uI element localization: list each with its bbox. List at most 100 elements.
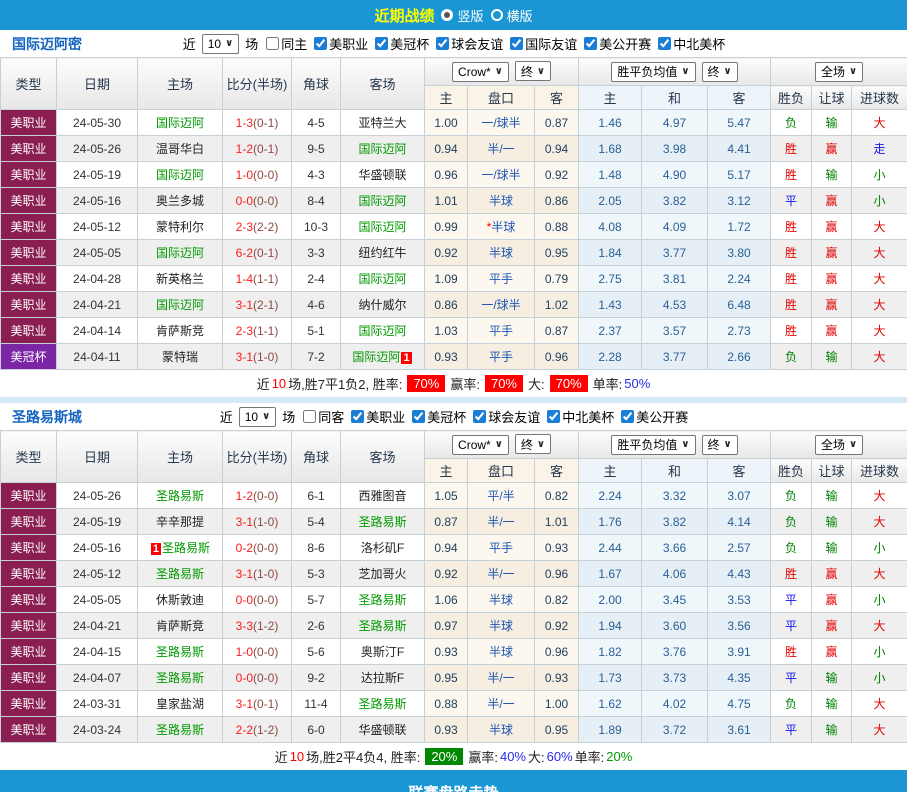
home-col-header: 主场 bbox=[138, 58, 223, 110]
opponent-team-name[interactable]: 蒙特瑞 bbox=[162, 350, 198, 364]
league-checkbox[interactable] bbox=[351, 410, 364, 423]
corners-cell: 6-1 bbox=[292, 483, 341, 509]
radio-unselected-icon[interactable] bbox=[491, 9, 503, 21]
opponent-team-name[interactable]: 蒙特利尔 bbox=[156, 220, 204, 234]
half-time-score: (0-0) bbox=[253, 541, 278, 555]
subject-team-name[interactable]: 国际迈阿 bbox=[352, 350, 400, 364]
opponent-team-name[interactable]: 华盛顿联 bbox=[358, 168, 406, 182]
team-name[interactable]: 国际迈阿密 bbox=[12, 34, 82, 54]
filter-league-1[interactable]: 美冠杯 bbox=[407, 407, 466, 426]
subject-team-name[interactable]: 圣路易斯 bbox=[156, 645, 204, 659]
opponent-team-name[interactable]: 纽约红牛 bbox=[358, 246, 406, 260]
subject-team-name[interactable]: 国际迈阿 bbox=[156, 298, 204, 312]
odds-company-select[interactable]: Crow*∨ bbox=[452, 62, 509, 82]
league-checkbox[interactable] bbox=[584, 37, 597, 50]
avg-away: 6.48 bbox=[708, 292, 771, 318]
radio-selected-icon[interactable] bbox=[441, 9, 453, 21]
home-team-cell: 奥兰多城 bbox=[138, 188, 223, 214]
league-checkbox[interactable] bbox=[436, 37, 449, 50]
filter-league-1[interactable]: 美冠杯 bbox=[370, 34, 429, 53]
filter-league-2[interactable]: 球会友谊 bbox=[468, 407, 540, 426]
filter-same-venue[interactable]: 同主 bbox=[261, 34, 307, 53]
avg-final-select[interactable]: 终∨ bbox=[702, 435, 738, 455]
opponent-team-name[interactable]: 休斯敦迪 bbox=[156, 593, 204, 607]
opponent-team-name[interactable]: 辛辛那提 bbox=[156, 515, 204, 529]
avg-away: 4.35 bbox=[708, 665, 771, 691]
opponent-team-name[interactable]: 亚特兰大 bbox=[358, 116, 406, 130]
opponent-team-name[interactable]: 肯萨斯竞 bbox=[156, 619, 204, 633]
scope-select[interactable]: 全场∨ bbox=[815, 435, 863, 455]
odds-final-select[interactable]: 终∨ bbox=[515, 61, 551, 81]
avg-select[interactable]: 胜平负均值∨ bbox=[611, 62, 695, 82]
view-option-horizontal[interactable]: 横版 bbox=[491, 6, 533, 25]
summary-token: 大: bbox=[528, 747, 545, 766]
opponent-team-name[interactable]: 西雅图音 bbox=[358, 489, 406, 503]
opponent-team-name[interactable]: 新英格兰 bbox=[156, 272, 204, 286]
avg-select[interactable]: 胜平负均值∨ bbox=[611, 435, 695, 455]
subject-team-name[interactable]: 国际迈阿 bbox=[358, 142, 406, 156]
opponent-team-name[interactable]: 洛杉矶F bbox=[361, 541, 404, 555]
subject-team-name[interactable]: 国际迈阿 bbox=[156, 246, 204, 260]
view-option-horizontal-label: 横版 bbox=[507, 6, 533, 25]
match-row: 美职业24-05-12蒙特利尔2-3(2-2)10-3国际迈阿0.99*半球0.… bbox=[1, 214, 907, 240]
opponent-team-name[interactable]: 奥兰多城 bbox=[156, 194, 204, 208]
league-checkbox[interactable] bbox=[547, 410, 560, 423]
opponent-team-name[interactable]: 达拉斯F bbox=[361, 671, 404, 685]
opponent-team-name[interactable]: 纳什威尔 bbox=[358, 298, 406, 312]
filter-league-2[interactable]: 球会友谊 bbox=[431, 34, 503, 53]
near-label: 近 bbox=[183, 34, 196, 53]
filter-league-4[interactable]: 美公开赛 bbox=[579, 34, 651, 53]
odds-final-select[interactable]: 终∨ bbox=[515, 434, 551, 454]
filter-league-5[interactable]: 中北美杯 bbox=[653, 34, 725, 53]
subject-team-name[interactable]: 圣路易斯 bbox=[156, 489, 204, 503]
match-count-select[interactable]: 10∨ bbox=[202, 34, 239, 54]
subject-team-name[interactable]: 圣路易斯 bbox=[358, 593, 406, 607]
filter-same-venue[interactable]: 同客 bbox=[298, 407, 344, 426]
avg-final-select[interactable]: 终∨ bbox=[702, 62, 738, 82]
scope-select[interactable]: 全场∨ bbox=[815, 62, 863, 82]
league-checkbox[interactable] bbox=[658, 37, 671, 50]
opponent-team-name[interactable]: 皇家盐湖 bbox=[156, 697, 204, 711]
filter-league-0[interactable]: 美职业 bbox=[309, 34, 368, 53]
subject-team-name[interactable]: 国际迈阿 bbox=[156, 168, 204, 182]
league-checkbox[interactable] bbox=[473, 410, 486, 423]
league-checkbox[interactable] bbox=[621, 410, 634, 423]
opponent-team-name[interactable]: 奥斯汀F bbox=[361, 645, 404, 659]
league-checkbox[interactable] bbox=[412, 410, 425, 423]
bottom-bar[interactable]: 联赛盘路走势 bbox=[0, 770, 907, 792]
subject-team-name[interactable]: 圣路易斯 bbox=[358, 619, 406, 633]
opponent-team-name[interactable]: 芝加哥火 bbox=[358, 567, 406, 581]
subject-team-name[interactable]: 国际迈阿 bbox=[358, 324, 406, 338]
league-checkbox[interactable] bbox=[375, 37, 388, 50]
subject-team-name[interactable]: 圣路易斯 bbox=[156, 671, 204, 685]
filter-league-0[interactable]: 美职业 bbox=[346, 407, 405, 426]
subject-team-name[interactable]: 国际迈阿 bbox=[358, 272, 406, 286]
match-count-select[interactable]: 10∨ bbox=[239, 407, 276, 427]
filter-league-3[interactable]: 中北美杯 bbox=[542, 407, 614, 426]
same-venue-checkbox[interactable] bbox=[266, 37, 279, 50]
summary-row: 近10场,胜2平4负4, 胜率:20%赢率:40%大:60%单率:20% bbox=[0, 743, 907, 770]
subject-team-name[interactable]: 国际迈阿 bbox=[358, 194, 406, 208]
subject-team-name[interactable]: 国际迈阿 bbox=[358, 220, 406, 234]
league-checkbox[interactable] bbox=[510, 37, 523, 50]
filter-league-4[interactable]: 美公开赛 bbox=[616, 407, 688, 426]
view-option-vertical[interactable]: 竖版 bbox=[441, 6, 483, 25]
team-name[interactable]: 圣路易斯城 bbox=[12, 407, 82, 427]
summary-token: 70% bbox=[407, 375, 445, 392]
subject-team-name[interactable]: 圣路易斯 bbox=[156, 723, 204, 737]
odds-away: 0.96 bbox=[535, 344, 579, 370]
subject-team-name[interactable]: 圣路易斯 bbox=[358, 515, 406, 529]
opponent-team-name[interactable]: 温哥华白 bbox=[156, 142, 204, 156]
subject-team-name[interactable]: 圣路易斯 bbox=[358, 697, 406, 711]
subject-team-name[interactable]: 圣路易斯 bbox=[156, 567, 204, 581]
filter-league-3[interactable]: 国际友谊 bbox=[505, 34, 577, 53]
opponent-team-name[interactable]: 华盛顿联 bbox=[358, 723, 406, 737]
match-date: 24-05-16 bbox=[57, 535, 138, 561]
odds-company-select[interactable]: Crow*∨ bbox=[452, 435, 509, 455]
same-venue-checkbox[interactable] bbox=[303, 410, 316, 423]
subject-team-name[interactable]: 圣路易斯 bbox=[162, 541, 210, 555]
subject-team-name[interactable]: 国际迈阿 bbox=[156, 116, 204, 130]
opponent-team-name[interactable]: 肯萨斯竞 bbox=[156, 324, 204, 338]
match-date: 24-04-14 bbox=[57, 318, 138, 344]
league-checkbox[interactable] bbox=[314, 37, 327, 50]
